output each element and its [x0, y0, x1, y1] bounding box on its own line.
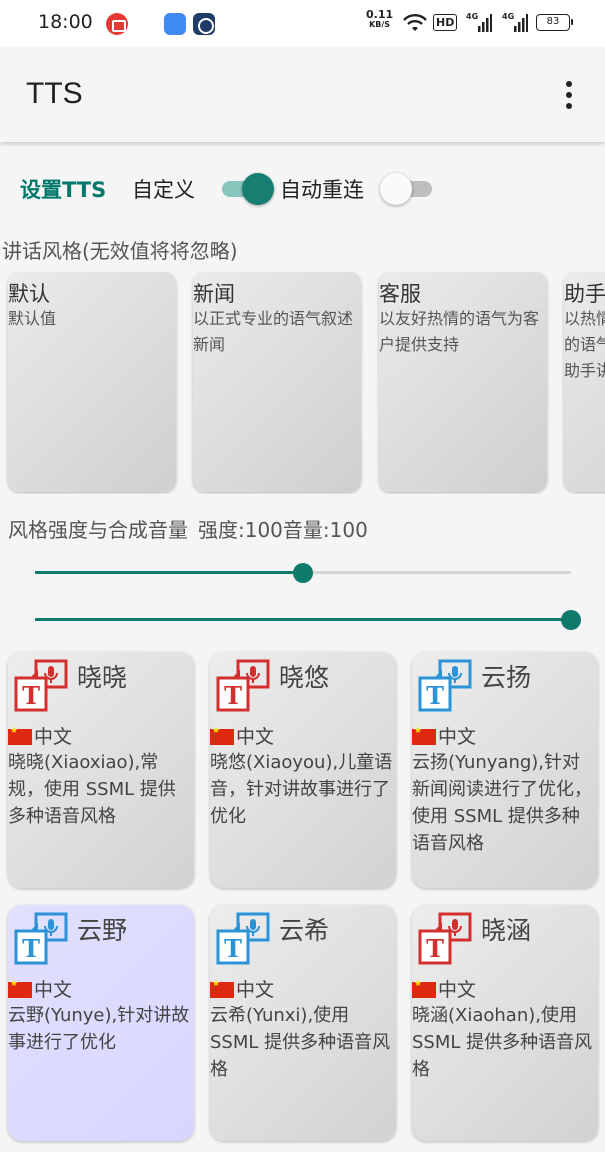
voice-desc: 晓涵(Xiaohan),使用 SSML 提供多种语音风格 [412, 1005, 593, 1080]
controls-row: 设置TTS 自定义 自动重连 [0, 160, 605, 216]
voice-card[interactable]: T 晓晓中文晓晓(Xiaoxiao),常规，使用 SSML 提供多种语音风格 [8, 652, 194, 888]
voice-name: 云扬 [481, 663, 532, 692]
china-flag-icon [8, 979, 32, 998]
voice-language: 中文 [412, 722, 476, 749]
status-time: 18:00 [38, 11, 93, 33]
app-notification-icon-2 [193, 13, 215, 35]
style-desc: 以热情而轻松的语气对数字助手讲话 [564, 309, 605, 380]
battery-icon: 83 [536, 14, 573, 31]
voice-name: 晓晓 [77, 663, 128, 692]
china-flag-icon [412, 979, 436, 998]
strength-slider-thumb[interactable] [293, 563, 313, 583]
voice-desc: 晓晓(Xiaoxiao),常规，使用 SSML 提供多种语音风格 [8, 752, 176, 827]
style-card-assistant[interactable]: 助手 以热情而轻松的语气对数字助手讲话 [564, 272, 605, 492]
strength-label-row: 风格强度与合成音量 强度:100音量:100 [8, 514, 368, 543]
voice-card[interactable]: T 云希中文云希(Yunxi),使用 SSML 提供多种语音风格 [210, 905, 396, 1141]
style-name: 助手 [564, 282, 605, 306]
signal-icon-2 [514, 14, 528, 32]
style-card-news[interactable]: 新闻 以正式专业的语气叙述新闻 [193, 272, 361, 492]
voice-card[interactable]: T 云野中文云野(Yunye),针对讲故事进行了优化 [8, 905, 194, 1141]
voice-card[interactable]: T 云扬中文云扬(Yunyang),针对新闻阅读进行了优化，使用 SSML 提供多… [412, 652, 598, 888]
more-vert-icon[interactable] [552, 75, 586, 115]
voice-name: 晓涵 [481, 916, 532, 945]
tts-voice-icon: T [216, 659, 270, 712]
voice-language: 中文 [210, 975, 274, 1002]
signal-icon [478, 14, 492, 32]
style-name: 新闻 [193, 282, 235, 306]
svg-text:T: T [22, 934, 40, 963]
voice-language: 中文 [8, 975, 72, 1002]
style-list[interactable]: 默认 默认值 新闻 以正式专业的语气叙述新闻 客服 以友好热情的语气为客户提供支… [0, 272, 605, 494]
svg-text:T: T [22, 681, 40, 710]
app-bar: TTS [0, 47, 605, 142]
tts-voice-icon: T [216, 912, 270, 965]
strength-label: 风格强度与合成音量 [8, 518, 188, 542]
app-title: TTS [26, 77, 83, 110]
voice-language: 中文 [412, 975, 476, 1002]
style-name: 默认 [8, 282, 50, 306]
china-flag-icon [210, 726, 234, 745]
network-type-label: 4G [466, 12, 479, 21]
volume-slider[interactable] [35, 608, 581, 632]
china-flag-icon [8, 726, 32, 745]
wifi-icon [403, 14, 427, 31]
style-section-label: 讲话风格(无效值将将忽略) [2, 239, 238, 263]
auto-reconnect-switch[interactable] [378, 172, 436, 205]
voice-desc: 云野(Yunye),针对讲故事进行了优化 [8, 1005, 190, 1053]
style-desc: 以正式专业的语气叙述新闻 [193, 309, 354, 354]
voice-card[interactable]: T 晓悠中文晓悠(Xiaoyou),儿童语音，针对讲故事进行了优化 [210, 652, 396, 888]
custom-label: 自定义 [132, 178, 195, 202]
style-card-default[interactable]: 默认 默认值 [8, 272, 176, 492]
style-name: 客服 [379, 282, 421, 306]
voice-desc: 晓悠(Xiaoyou),儿童语音，针对讲故事进行了优化 [210, 752, 393, 827]
voice-card[interactable]: T 晓涵中文晓涵(Xiaohan),使用 SSML 提供多种语音风格 [412, 905, 598, 1141]
custom-switch[interactable] [218, 172, 276, 205]
tts-voice-icon: T [14, 912, 68, 965]
tts-voice-icon: T [14, 659, 68, 712]
svg-text:T: T [224, 681, 242, 710]
volume-slider-thumb[interactable] [561, 610, 581, 630]
style-card-customer-service[interactable]: 客服 以友好热情的语气为客户提供支持 [379, 272, 547, 492]
strength-values: 强度:100音量:100 [198, 518, 368, 542]
voice-name: 云希 [279, 916, 330, 945]
style-desc: 默认值 [8, 309, 57, 328]
voice-language: 中文 [8, 722, 72, 749]
voice-language: 中文 [210, 722, 274, 749]
voice-desc: 云希(Yunxi),使用 SSML 提供多种语音风格 [210, 1005, 391, 1080]
status-bar: 18:00 0.11 KB/S HD 4G 4G 83 [0, 0, 605, 47]
network-type-label-2: 4G [502, 12, 515, 21]
svg-text:T: T [426, 934, 444, 963]
screen-record-icon [106, 13, 128, 35]
hd-voice-icon: HD [433, 14, 458, 31]
strength-slider[interactable] [35, 561, 571, 585]
network-speed: 0.11 KB/S [366, 8, 394, 29]
tts-voice-icon: T [418, 912, 472, 965]
voice-name: 晓悠 [279, 663, 330, 692]
voice-name: 云野 [77, 916, 128, 945]
voice-desc: 云扬(Yunyang),针对新闻阅读进行了优化，使用 SSML 提供多种语音风格 [412, 752, 592, 854]
set-tts-button[interactable]: 设置TTS [20, 174, 106, 204]
tts-voice-icon: T [418, 659, 472, 712]
style-desc: 以友好热情的语气为客户提供支持 [379, 309, 540, 354]
app-notification-icon [164, 13, 186, 35]
china-flag-icon [412, 726, 436, 745]
svg-text:T: T [426, 681, 444, 710]
china-flag-icon [210, 979, 234, 998]
auto-reconnect-label: 自动重连 [280, 178, 364, 202]
svg-text:T: T [224, 934, 242, 963]
